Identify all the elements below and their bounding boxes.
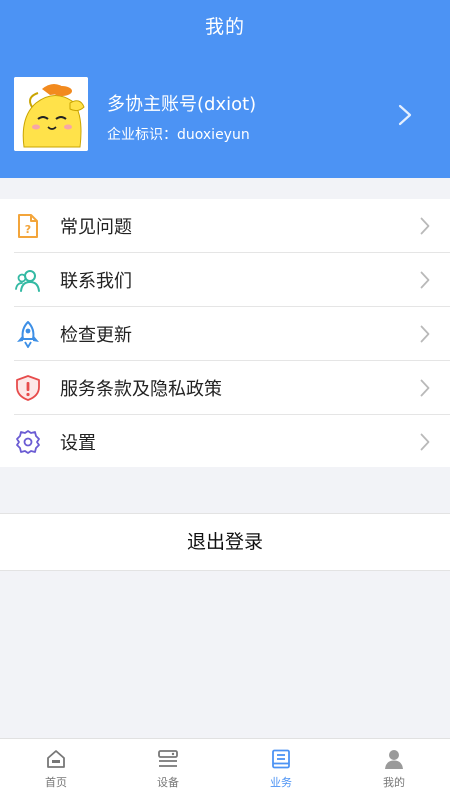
- profile-row[interactable]: 多协主账号(dxiot) 企业标识：duoxieyun: [0, 72, 450, 158]
- menu-item-settings[interactable]: 设置: [0, 415, 450, 468]
- rocket-icon: [17, 321, 39, 348]
- menu-item-label: 服务条款及隐私政策: [60, 379, 222, 400]
- tab-label: 首页: [45, 776, 67, 789]
- home-icon: [47, 750, 65, 768]
- tab-device[interactable]: 设备: [112, 739, 224, 801]
- tab-label: 设备: [157, 776, 179, 789]
- avatar[interactable]: [14, 77, 88, 151]
- menu-item-terms-privacy[interactable]: 服务条款及隐私政策: [0, 361, 450, 414]
- business-book-icon: [272, 749, 290, 769]
- menu-item-faq[interactable]: ? 常见问题: [0, 199, 450, 252]
- tab-business[interactable]: 业务: [225, 739, 337, 801]
- shield-alert-icon: [16, 375, 40, 401]
- chevron-right-icon: [420, 325, 430, 343]
- menu-item-label: 联系我们: [60, 271, 132, 292]
- menu-item-label: 设置: [60, 433, 96, 454]
- menu-item-check-update[interactable]: 检查更新: [0, 307, 450, 360]
- header: 我的 多协主账号(dxiot) 企业标识：duoxieyun: [0, 0, 450, 178]
- tab-label: 业务: [270, 776, 292, 789]
- chevron-right-icon: [420, 271, 430, 289]
- bottom-tab-bar: 首页 设备 业务 我的: [0, 738, 450, 801]
- svg-text:?: ?: [25, 223, 31, 236]
- menu-item-label: 检查更新: [60, 325, 132, 346]
- menu-item-contact[interactable]: 联系我们: [0, 253, 450, 306]
- tab-home[interactable]: 首页: [0, 739, 112, 801]
- person-icon: [385, 750, 403, 769]
- tab-mine[interactable]: 我的: [338, 739, 450, 801]
- duck-avatar-icon: [14, 77, 88, 151]
- page-title: 我的: [204, 16, 245, 38]
- profile-org-id: 企业标识：duoxieyun: [107, 127, 250, 143]
- chevron-right-icon: [398, 104, 412, 126]
- logout-button[interactable]: 退出登录: [0, 513, 450, 571]
- gear-icon: [16, 430, 40, 454]
- menu-list: ? 常见问题 联系我们 检查更新 服务条款及隐私政策 设置: [0, 199, 450, 467]
- menu-item-label: 常见问题: [60, 217, 132, 238]
- faq-document-icon: ?: [18, 214, 38, 238]
- device-icon: [158, 750, 178, 767]
- profile-name: 多协主账号(dxiot): [107, 94, 257, 115]
- tab-label: 我的: [383, 776, 405, 789]
- chevron-right-icon: [420, 217, 430, 235]
- contacts-icon: [15, 270, 40, 292]
- chevron-right-icon: [420, 433, 430, 451]
- chevron-right-icon: [420, 379, 430, 397]
